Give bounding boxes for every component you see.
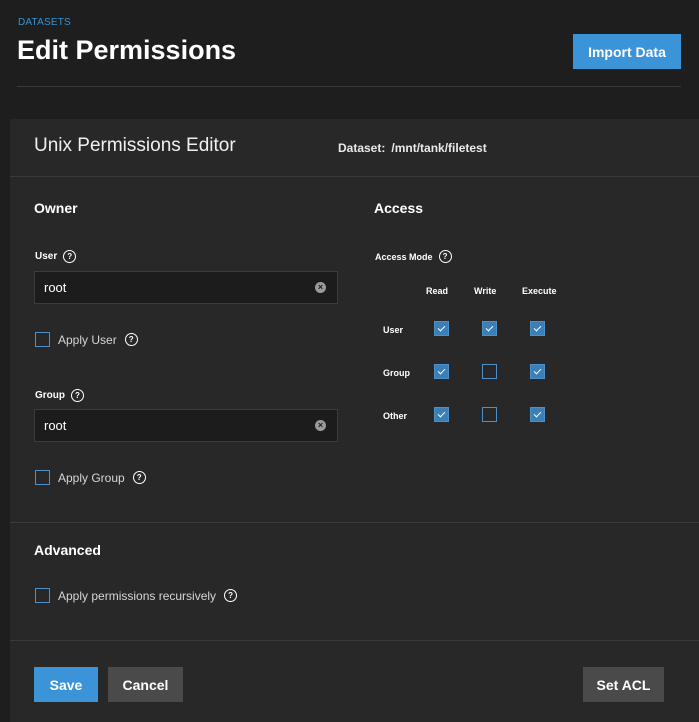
apply-group-label: Apply Group — [58, 470, 125, 485]
dataset-path: Dataset: /mnt/tank/filetest — [338, 141, 487, 155]
apply-group-checkbox[interactable]: Apply Group ? — [35, 470, 146, 485]
group-read-checkbox[interactable] — [434, 364, 449, 379]
apply-recursively-label: Apply permissions recursively — [58, 588, 217, 603]
group-write-checkbox[interactable] — [482, 364, 497, 379]
row-header-user: User — [383, 325, 404, 335]
user-read-checkbox[interactable] — [434, 321, 449, 336]
user-label-text: User — [35, 251, 58, 262]
other-execute-checkbox[interactable] — [530, 407, 545, 422]
divider — [10, 640, 699, 641]
user-select[interactable]: root × — [34, 271, 338, 304]
user-execute-checkbox[interactable] — [530, 321, 545, 336]
group-label: Group ? — [35, 389, 84, 402]
clear-icon[interactable]: × — [315, 420, 326, 431]
checkbox-box[interactable] — [35, 588, 50, 603]
access-mode-label: Access Mode ? — [375, 250, 452, 263]
help-icon[interactable]: ? — [438, 250, 452, 263]
divider — [10, 176, 699, 177]
group-select[interactable]: root × — [34, 409, 338, 442]
dataset-label: Dataset: — [338, 141, 386, 155]
page-title: Edit Permissions — [17, 35, 237, 65]
owner-section-title: Owner — [34, 200, 78, 216]
user-select-value: root — [44, 280, 67, 295]
user-write-checkbox[interactable] — [482, 321, 497, 336]
help-icon[interactable]: ? — [132, 471, 146, 484]
checkbox-box[interactable] — [35, 470, 50, 485]
set-acl-button[interactable]: Set ACL — [583, 667, 664, 702]
checkbox-box[interactable] — [35, 332, 50, 347]
row-header-group: Group — [383, 368, 410, 378]
group-label-text: Group — [35, 390, 65, 401]
other-write-checkbox[interactable] — [482, 407, 497, 422]
apply-user-label: Apply User — [58, 332, 117, 347]
header-divider — [17, 86, 681, 87]
dataset-value: /mnt/tank/filetest — [391, 141, 487, 155]
permissions-card: Unix Permissions Editor Dataset: /mnt/tan… — [10, 119, 699, 722]
column-header-read: Read — [426, 286, 449, 296]
help-icon[interactable]: ? — [224, 589, 238, 602]
help-icon[interactable]: ? — [124, 333, 138, 346]
group-select-value: root — [44, 418, 67, 433]
divider — [10, 522, 699, 523]
access-mode-label-text: Access Mode — [375, 251, 433, 262]
row-header-other: Other — [383, 411, 408, 421]
card-title: Unix Permissions Editor — [34, 135, 236, 156]
cancel-button[interactable]: Cancel — [108, 667, 183, 702]
user-label: User ? — [35, 250, 77, 263]
apply-recursively-checkbox[interactable]: Apply permissions recursively ? — [35, 588, 238, 603]
apply-user-checkbox[interactable]: Apply User ? — [35, 332, 138, 347]
breadcrumb[interactable]: DATASETS — [18, 17, 71, 28]
import-data-button[interactable]: Import Data — [573, 34, 681, 69]
other-read-checkbox[interactable] — [434, 407, 449, 422]
save-button[interactable]: Save — [34, 667, 98, 702]
column-header-execute: Execute — [522, 286, 557, 296]
group-execute-checkbox[interactable] — [530, 364, 545, 379]
help-icon[interactable]: ? — [71, 389, 84, 402]
advanced-section-title: Advanced — [34, 542, 101, 558]
help-icon[interactable]: ? — [63, 250, 77, 263]
clear-icon[interactable]: × — [315, 282, 326, 293]
access-section-title: Access — [374, 200, 424, 216]
column-header-write: Write — [474, 286, 497, 296]
